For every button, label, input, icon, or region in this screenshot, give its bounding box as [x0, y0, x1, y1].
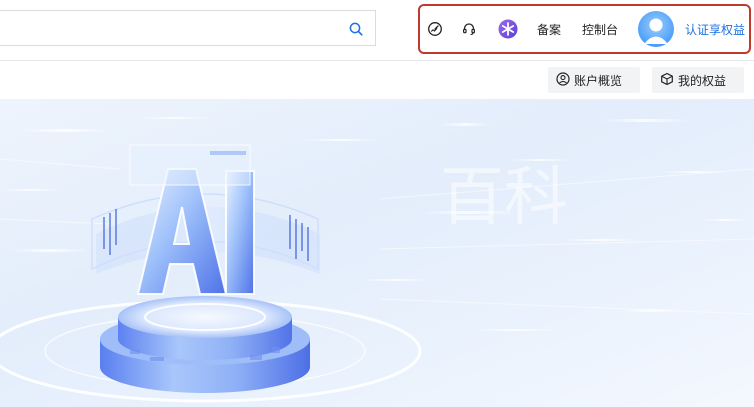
ai-banner: 百科	[0, 99, 754, 407]
verify-benefits-label: 认证享权益	[684, 22, 745, 37]
support-button[interactable]	[458, 6, 480, 52]
watermark-text: 百科	[440, 161, 568, 235]
headset-icon	[461, 21, 477, 37]
search-box[interactable]	[0, 10, 376, 46]
beian-link[interactable]: 备案	[532, 6, 566, 52]
dashboard-button[interactable]	[424, 6, 446, 52]
banner-illustration: 百科	[0, 117, 754, 403]
dashboard-icon	[427, 21, 443, 37]
ai-assistant-icon	[498, 19, 518, 39]
my-benefits-label: 我的权益	[678, 73, 727, 88]
search-input[interactable]	[0, 11, 338, 45]
avatar[interactable]	[638, 11, 674, 47]
console-label: 控制台	[581, 22, 618, 37]
account-overview-label: 账户概览	[574, 73, 623, 88]
user-circle-icon	[556, 71, 574, 89]
sub-bar: 账户概览 我的权益	[0, 61, 754, 99]
console-link[interactable]: 控制台	[578, 6, 622, 52]
pedestal	[100, 296, 310, 393]
beian-label: 备案	[536, 22, 561, 37]
my-benefits-button[interactable]: 我的权益	[652, 67, 744, 93]
holo-panel	[129, 144, 251, 186]
ai-assistant-button[interactable]	[496, 6, 520, 52]
header-toolbar: 备案 控制台 认证享权益	[418, 4, 751, 54]
verify-benefits-link[interactable]: 认证享权益	[682, 6, 748, 52]
account-overview-button[interactable]: 账户概览	[548, 67, 640, 93]
ai-letters: AI	[136, 168, 255, 295]
search-icon[interactable]	[349, 21, 363, 36]
box-icon	[660, 72, 678, 89]
top-bar: 备案 控制台 认证享权益	[0, 0, 754, 60]
light-streaks	[0, 117, 750, 331]
